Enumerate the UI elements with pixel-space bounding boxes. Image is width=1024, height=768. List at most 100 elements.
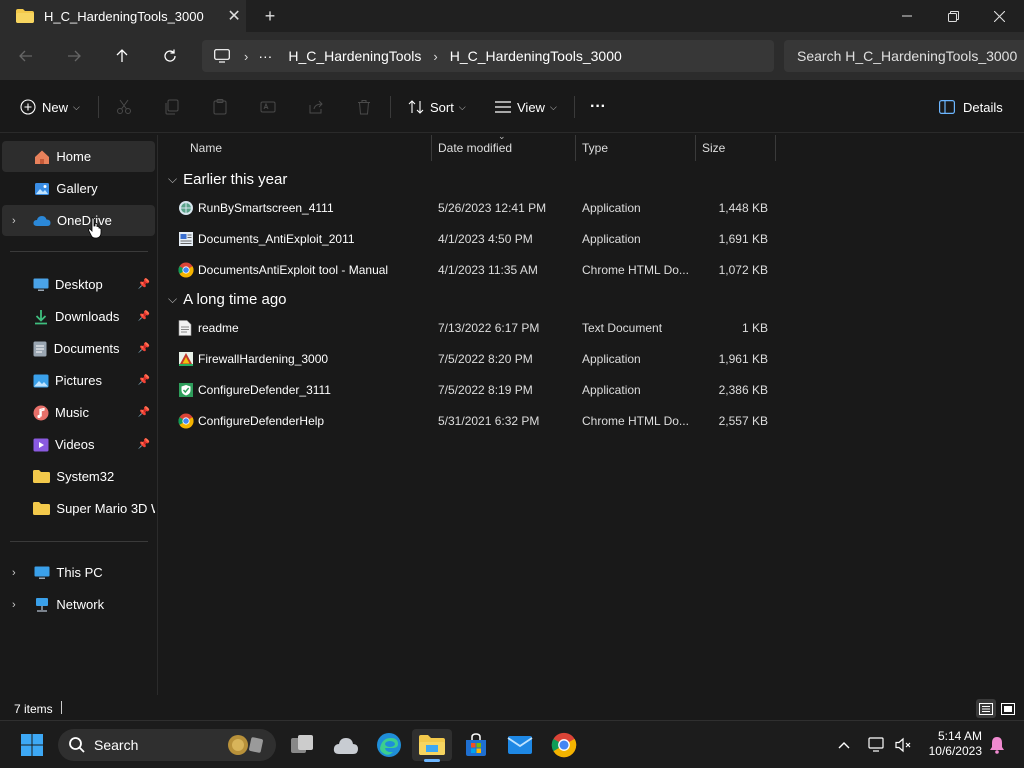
minimize-button[interactable] (884, 0, 930, 32)
sidebar-item-label: Music (55, 405, 89, 420)
rename-icon (260, 101, 276, 113)
edge-button[interactable] (369, 729, 409, 761)
sidebar-item-network[interactable]: › Network (2, 589, 155, 620)
column-header-type[interactable]: Type (576, 135, 696, 161)
breadcrumb-item[interactable]: H_C_HardeningTools_3000 (444, 48, 628, 64)
volume-button[interactable] (890, 729, 916, 761)
table-row[interactable]: ConfigureDefender_3111 7/5/2022 8:19 PM … (160, 374, 776, 405)
folder-icon (16, 9, 34, 23)
table-row[interactable]: FirewallHardening_3000 7/5/2022 8:20 PM … (160, 343, 776, 374)
table-row[interactable]: Documents_AntiExploit_2011 4/1/2023 4:50… (160, 223, 776, 254)
more-options-button[interactable]: ··· (590, 81, 606, 133)
start-button[interactable] (12, 729, 52, 761)
refresh-button[interactable] (154, 40, 186, 72)
close-button[interactable] (976, 0, 1022, 32)
new-tab-button[interactable]: + (258, 4, 282, 28)
sidebar-item-videos[interactable]: Videos 📌 (2, 429, 155, 460)
sort-label: Sort (430, 99, 454, 115)
chevron-right-icon[interactable]: › (427, 49, 443, 64)
chevron-right-icon[interactable]: › (12, 567, 16, 579)
search-input[interactable]: Search H_C_HardeningTools_3000 (784, 40, 1024, 72)
file-name: ConfigureDefenderHelp (198, 413, 325, 428)
new-button[interactable]: New ⌵ (20, 81, 80, 133)
sidebar-item-pictures[interactable]: Pictures 📌 (2, 365, 155, 396)
chrome-button[interactable] (544, 729, 584, 761)
breadcrumb-overflow[interactable]: ··· (254, 48, 278, 64)
sidebar-item-label: Home (56, 149, 92, 164)
table-row[interactable]: RunBySmartscreen_4111 5/26/2023 12:41 PM… (160, 192, 776, 223)
store-button[interactable] (456, 729, 496, 761)
store-icon (466, 733, 486, 756)
cut-button[interactable] (116, 81, 132, 133)
close-icon (993, 10, 1005, 22)
sidebar-item-onedrive[interactable]: › OneDrive (2, 205, 155, 236)
delete-button[interactable] (356, 81, 372, 133)
documents-icon (33, 340, 48, 358)
mail-button[interactable] (500, 729, 540, 761)
pin-icon: 📌 (137, 279, 150, 290)
details-button[interactable]: Details (939, 81, 1003, 133)
table-row[interactable]: DocumentsAntiExploit tool - Manual 4/1/2… (160, 254, 776, 285)
task-view-button[interactable] (282, 729, 322, 761)
details-view-button[interactable] (976, 699, 996, 718)
folder-icon (33, 468, 51, 486)
column-header-name[interactable]: Name (184, 135, 432, 161)
table-row[interactable]: ConfigureDefenderHelp 5/31/2021 6:32 PM … (160, 405, 776, 436)
sidebar-item-super-mario[interactable]: Super Mario 3D World (2, 493, 155, 524)
widgets-button[interactable] (326, 729, 366, 761)
system-clock[interactable]: 5:14 AM 10/6/2023 (920, 729, 982, 759)
share-button[interactable] (308, 81, 324, 133)
back-button[interactable] (10, 40, 42, 72)
pin-icon: 📌 (137, 375, 150, 386)
rename-button[interactable] (260, 81, 276, 133)
sidebar-item-home[interactable]: Home (2, 141, 155, 172)
large-icons-view-button[interactable] (998, 699, 1018, 718)
file-type: Application (582, 200, 641, 215)
tab-active[interactable]: H_C_HardeningTools_3000 ✕ (0, 0, 246, 32)
videos-icon (33, 436, 49, 454)
sidebar-item-music[interactable]: Music 📌 (2, 397, 155, 428)
show-hidden-icons-button[interactable] (826, 729, 862, 761)
breadcrumb-item[interactable]: H_C_HardeningTools (278, 48, 427, 64)
column-header-size[interactable]: Size (696, 135, 776, 161)
address-bar[interactable]: › ··· H_C_HardeningTools › H_C_Hardening… (202, 40, 774, 72)
chevron-right-icon[interactable]: › (238, 49, 254, 64)
copy-button[interactable] (164, 81, 180, 133)
view-button[interactable]: View ⌵ (495, 81, 557, 133)
file-size: 1,691 KB (718, 231, 768, 246)
sidebar-item-documents[interactable]: Documents 📌 (2, 333, 155, 364)
taskbar-search[interactable]: Search (58, 729, 276, 761)
mail-icon (507, 736, 533, 754)
sidebar-item-this-pc[interactable]: › This PC (2, 557, 155, 588)
sidebar-item-label: Gallery (56, 181, 98, 196)
file-date: 7/5/2022 8:20 PM (438, 351, 533, 366)
group-header[interactable]: ⌵ Earlier this year (160, 167, 287, 191)
up-button[interactable] (106, 40, 138, 72)
table-row[interactable]: readme 7/13/2022 6:17 PM Text Document 1… (160, 312, 776, 343)
file-size: 1,072 KB (718, 262, 768, 277)
restore-button[interactable] (930, 0, 976, 32)
file-explorer-button[interactable] (412, 729, 452, 762)
sidebar-item-gallery[interactable]: Gallery (2, 173, 155, 204)
file-type: Application (582, 382, 641, 397)
column-header-date[interactable]: Date modified (432, 135, 576, 161)
chevron-right-icon[interactable]: › (12, 599, 16, 611)
close-tab-icon[interactable]: ✕ (222, 4, 246, 28)
sidebar-item-downloads[interactable]: Downloads 📌 (2, 301, 155, 332)
sidebar-item-label: Super Mario 3D World (56, 501, 155, 516)
chevron-right-icon[interactable]: › (12, 215, 16, 227)
network-status-button[interactable] (864, 729, 890, 761)
file-date: 5/31/2021 6:32 PM (438, 413, 540, 428)
sidebar-item-system32[interactable]: System32 (2, 461, 155, 492)
sort-button[interactable]: Sort ⌵ (408, 81, 466, 133)
sidebar-item-desktop[interactable]: Desktop 📌 (2, 269, 155, 300)
app-defender-icon (178, 374, 194, 405)
copy-icon (165, 99, 179, 115)
status-bar: 7 items (0, 697, 1024, 720)
chevron-down-icon: ⌵ (549, 101, 557, 112)
paste-button[interactable] (212, 81, 228, 133)
forward-button[interactable] (58, 40, 90, 72)
notifications-button[interactable] (984, 729, 1010, 761)
group-header[interactable]: ⌵ A long time ago (160, 287, 287, 311)
file-date: 7/5/2022 8:19 PM (438, 382, 533, 397)
